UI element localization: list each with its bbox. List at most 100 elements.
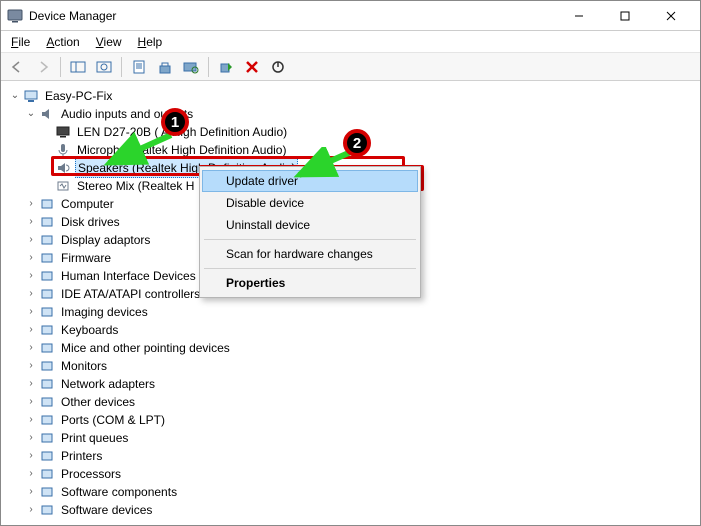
close-button[interactable]: [648, 1, 694, 31]
tree-category[interactable]: › Other devices: [9, 393, 698, 411]
tree-label: Human Interface Devices: [59, 267, 198, 285]
monitor-icon: [55, 124, 71, 140]
tree-label: Other devices: [59, 393, 137, 411]
expand-icon[interactable]: ›: [25, 465, 37, 483]
expand-icon[interactable]: ›: [25, 285, 37, 303]
tree-category[interactable]: › Print queues: [9, 429, 698, 447]
tree-label: Ports (COM & LPT): [59, 411, 167, 429]
tree-label: Network adapters: [59, 375, 157, 393]
tree-label: Mice and other pointing devices: [59, 339, 232, 357]
printer-icon: [39, 448, 55, 464]
ctx-disable-device[interactable]: Disable device: [202, 192, 418, 214]
expand-icon[interactable]: ›: [25, 213, 37, 231]
ctx-scan-hardware[interactable]: Scan for hardware changes: [202, 243, 418, 265]
hid-icon: [39, 268, 55, 284]
tree-label: Microph (Realtek High Definition Audio): [75, 141, 288, 159]
device-tree[interactable]: ⌄ Easy-PC-Fix ⌄ Audio inputs and outputs…: [1, 81, 700, 525]
tree-label: IDE ATA/ATAPI controllers: [59, 285, 202, 303]
tree-label: Display adaptors: [59, 231, 152, 249]
menu-action[interactable]: Action: [40, 33, 85, 51]
tree-label: Monitors: [59, 357, 109, 375]
tree-device-len[interactable]: LEN D27-20B ( A High Definition Audio): [9, 123, 698, 141]
minimize-button[interactable]: [556, 1, 602, 31]
scan-hardware-button[interactable]: [179, 55, 203, 79]
ctx-uninstall-device[interactable]: Uninstall device: [202, 214, 418, 236]
mouse-icon: [39, 340, 55, 356]
sw-icon: [39, 484, 55, 500]
expand-icon[interactable]: ›: [25, 231, 37, 249]
audio-icon: [39, 106, 55, 122]
disable-device-button[interactable]: [266, 55, 290, 79]
expand-icon[interactable]: ›: [25, 375, 37, 393]
menu-file[interactable]: File: [5, 33, 36, 51]
menu-view[interactable]: View: [90, 33, 128, 51]
tree-category[interactable]: › Printers: [9, 447, 698, 465]
other-icon: [39, 394, 55, 410]
tree-category[interactable]: › Ports (COM & LPT): [9, 411, 698, 429]
tree-device-microphone[interactable]: Microph (Realtek High Definition Audio): [9, 141, 698, 159]
expand-icon[interactable]: ›: [25, 501, 37, 519]
forward-button[interactable]: [31, 55, 55, 79]
update-driver-button[interactable]: [153, 55, 177, 79]
tree-category[interactable]: › Monitors: [9, 357, 698, 375]
cpu-icon: [39, 196, 55, 212]
tree-category[interactable]: › Imaging devices: [9, 303, 698, 321]
tree-category-audio[interactable]: ⌄ Audio inputs and outputs: [9, 105, 698, 123]
tree-category[interactable]: ›Processors: [9, 465, 698, 483]
tree-category[interactable]: ›Software components: [9, 483, 698, 501]
expand-icon[interactable]: ›: [25, 249, 37, 267]
expand-icon[interactable]: ›: [25, 195, 37, 213]
tree-category[interactable]: › Network adapters: [9, 375, 698, 393]
ctx-separator: [204, 268, 416, 269]
keyboard-icon: [39, 322, 55, 338]
enable-device-button[interactable]: [214, 55, 238, 79]
app-icon: [7, 8, 23, 24]
tree-label: Printers: [59, 447, 104, 465]
expand-icon[interactable]: ›: [25, 339, 37, 357]
expand-icon[interactable]: ›: [25, 411, 37, 429]
sw-icon: [39, 502, 55, 518]
tree-label: Print queues: [59, 429, 130, 447]
computer-icon: [23, 88, 39, 104]
tree-label: Audio inputs and outputs: [59, 105, 195, 123]
tree-root-label: Easy-PC-Fix: [43, 87, 114, 105]
expand-icon[interactable]: ›: [25, 429, 37, 447]
window-title: Device Manager: [29, 9, 556, 23]
stereo-mix-icon: [55, 178, 71, 194]
expand-icon[interactable]: ›: [25, 303, 37, 321]
expand-icon[interactable]: ›: [25, 447, 37, 465]
tree-root[interactable]: ⌄ Easy-PC-Fix: [9, 87, 698, 105]
display-icon: [39, 232, 55, 248]
uninstall-device-button[interactable]: [240, 55, 264, 79]
tree-label: Stereo Mix (Realtek H: [75, 177, 196, 195]
help-button[interactable]: [92, 55, 116, 79]
tree-label: Imaging devices: [59, 303, 150, 321]
microphone-icon: [55, 142, 71, 158]
menu-bar: File Action View Help: [1, 31, 700, 53]
tree-label: Firmware: [59, 249, 113, 267]
tree-label: Software devices: [59, 501, 154, 519]
maximize-button[interactable]: [602, 1, 648, 31]
ctx-update-driver[interactable]: Update driver: [202, 170, 418, 192]
expand-icon[interactable]: ›: [25, 267, 37, 285]
back-button[interactable]: [5, 55, 29, 79]
expand-icon[interactable]: ›: [25, 321, 37, 339]
context-menu: Update driver Disable device Uninstall d…: [199, 166, 421, 298]
expand-icon[interactable]: ›: [25, 357, 37, 375]
toolbar: [1, 53, 700, 81]
tree-category[interactable]: › Mice and other pointing devices: [9, 339, 698, 357]
show-hide-console-tree-button[interactable]: [66, 55, 90, 79]
ctx-separator: [204, 239, 416, 240]
expand-icon[interactable]: ›: [25, 483, 37, 501]
monitor-icon: [39, 358, 55, 374]
ctx-properties[interactable]: Properties: [202, 272, 418, 294]
tree-category[interactable]: ›Keyboards: [9, 321, 698, 339]
speaker-icon: [55, 160, 71, 176]
expand-icon[interactable]: ›: [25, 393, 37, 411]
properties-button[interactable]: [127, 55, 151, 79]
disk-icon: [39, 214, 55, 230]
collapse-icon[interactable]: ⌄: [25, 105, 37, 123]
menu-help[interactable]: Help: [132, 33, 169, 51]
tree-category[interactable]: › Software devices: [9, 501, 698, 519]
collapse-icon[interactable]: ⌄: [9, 87, 21, 105]
